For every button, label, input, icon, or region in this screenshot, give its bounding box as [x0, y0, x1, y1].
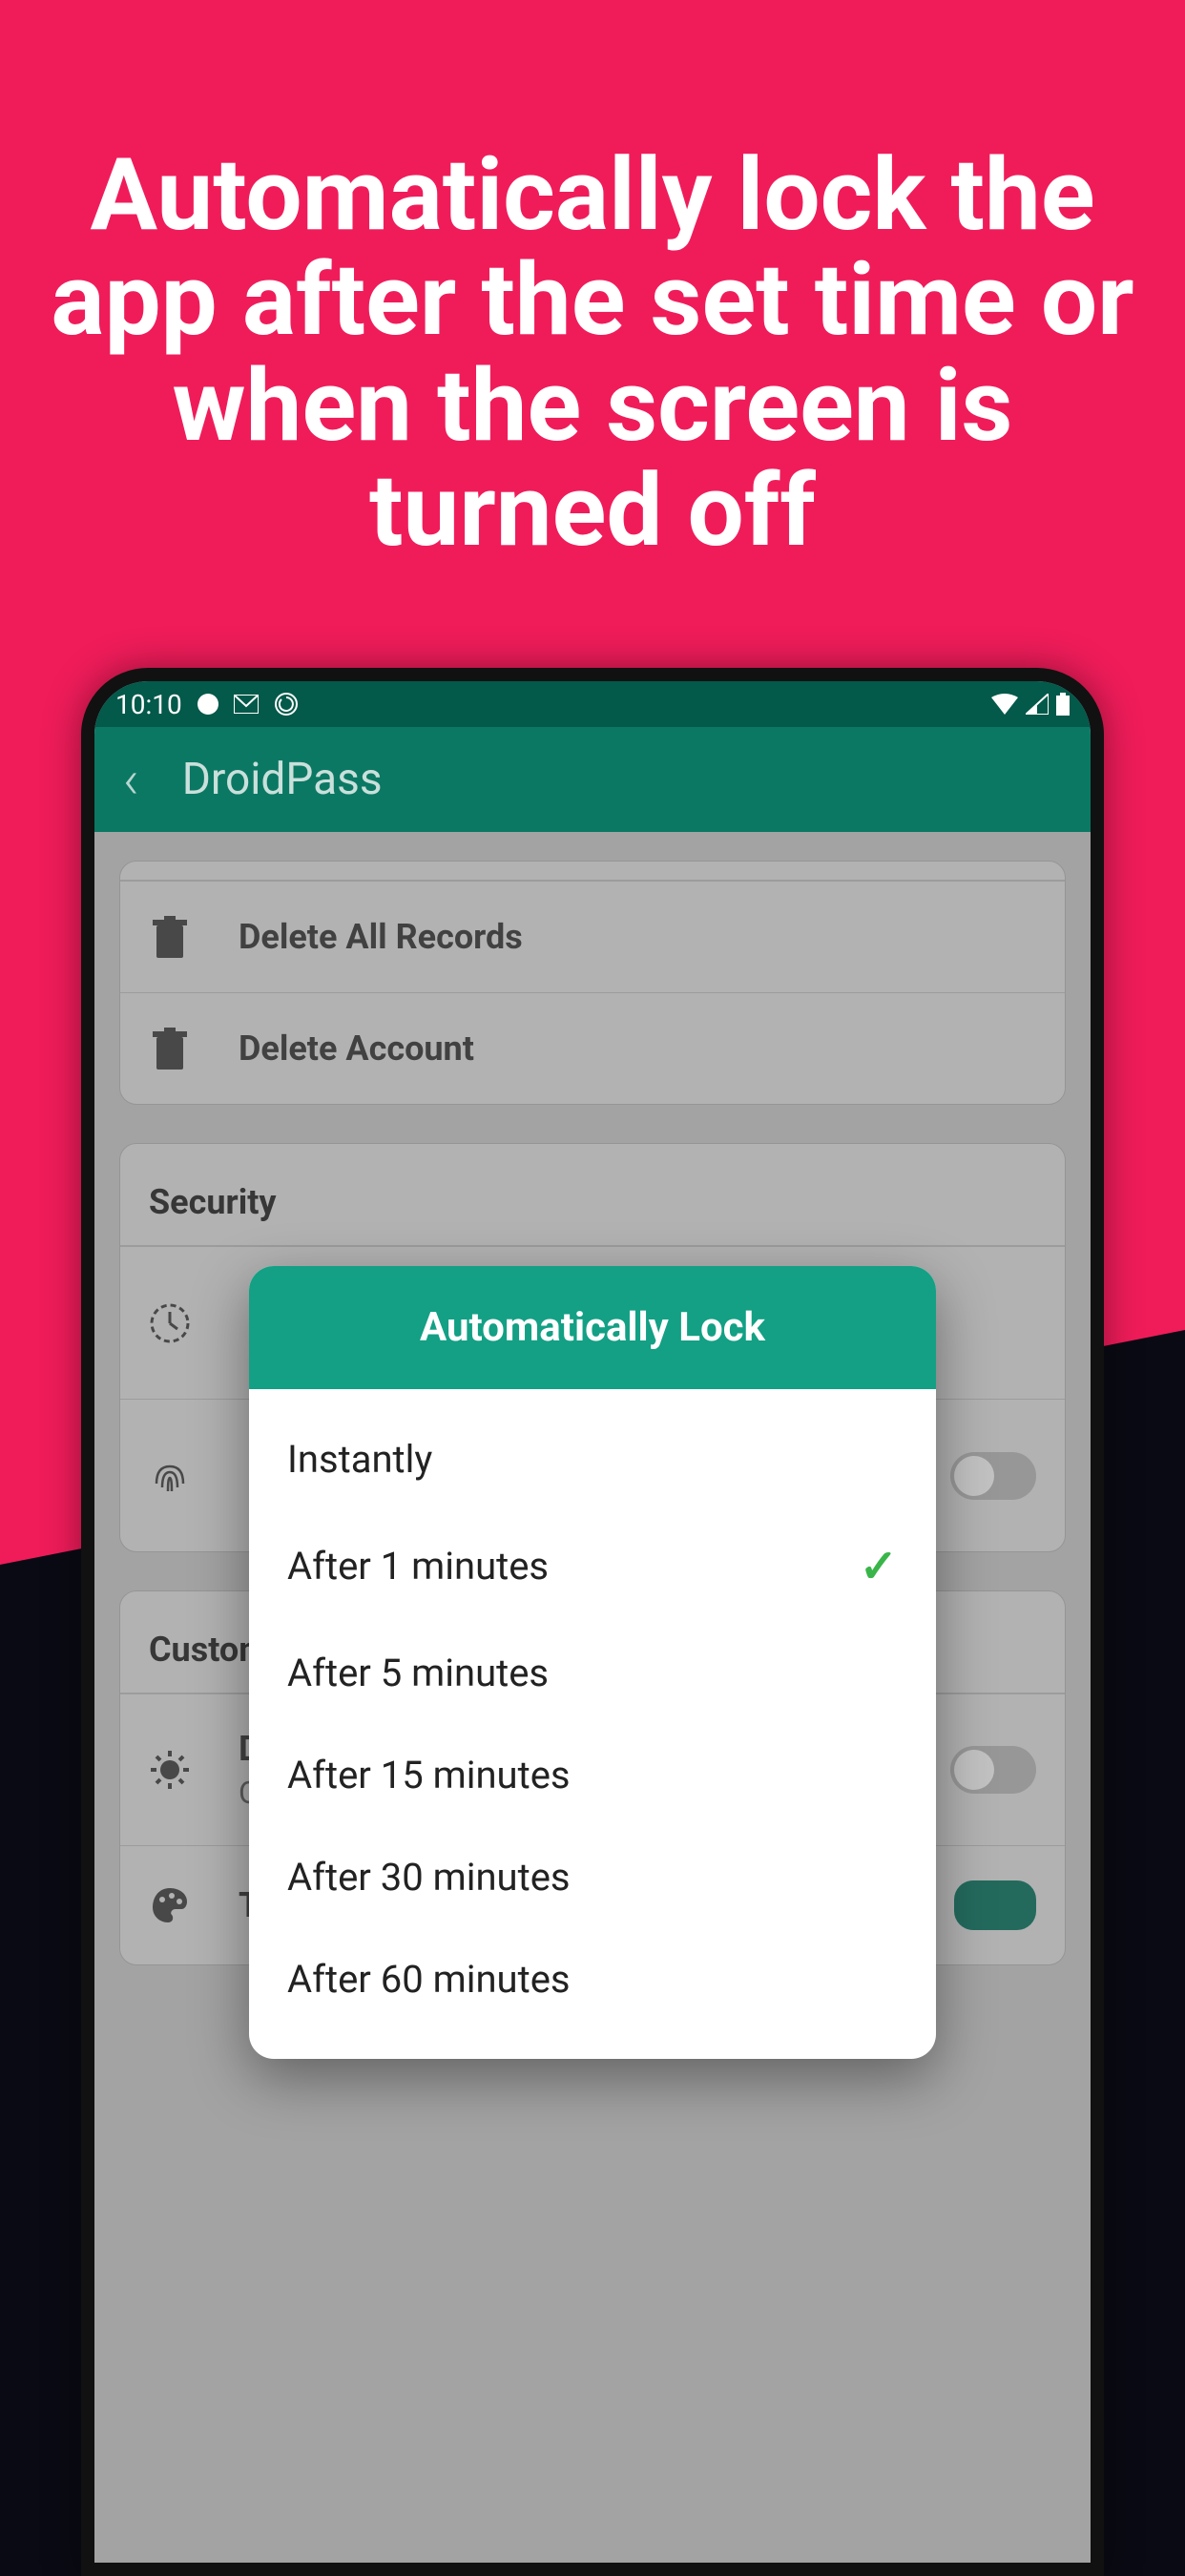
- option-label: After 5 minutes: [287, 1651, 549, 1695]
- brightness-icon: [149, 1749, 191, 1791]
- check-icon: ✓: [860, 1539, 898, 1593]
- mail-icon: [234, 695, 259, 714]
- trash-icon: [149, 916, 191, 958]
- delete-records-label: Delete All Records: [239, 917, 523, 957]
- app-bar: ‹ DroidPass: [94, 727, 1091, 832]
- phone-screen: 10:10 ‹: [94, 681, 1091, 2563]
- account-card: Delete All Records Delete Account: [119, 861, 1066, 1105]
- battery-icon: [1056, 693, 1070, 716]
- delete-records-row[interactable]: Delete All Records: [120, 881, 1065, 992]
- fingerprint-icon: [149, 1455, 191, 1497]
- fingerprint-toggle[interactable]: [950, 1452, 1036, 1500]
- lock-option-15min[interactable]: After 15 minutes: [249, 1724, 936, 1826]
- dialog-title: Automatically Lock: [249, 1266, 936, 1389]
- lock-option-30min[interactable]: After 30 minutes: [249, 1826, 936, 1928]
- dialog-options-list: Instantly After 1 minutes ✓ After 5 minu…: [249, 1389, 936, 2059]
- option-label: After 30 minutes: [287, 1855, 571, 1900]
- option-label: After 1 minutes: [287, 1544, 549, 1589]
- phone-frame: 10:10 ‹: [81, 668, 1104, 2576]
- palette-icon: [149, 1884, 191, 1926]
- trash-icon: [149, 1028, 191, 1070]
- option-label: After 15 minutes: [287, 1753, 571, 1797]
- wifi-icon: [991, 694, 1018, 715]
- sync-icon: [274, 692, 299, 717]
- lock-option-60min[interactable]: After 60 minutes: [249, 1928, 936, 2030]
- theme-color-chip[interactable]: [954, 1880, 1036, 1930]
- lock-option-5min[interactable]: After 5 minutes: [249, 1622, 936, 1724]
- record-icon: [198, 694, 218, 715]
- lock-option-instantly[interactable]: Instantly: [249, 1408, 936, 1510]
- option-label: Instantly: [287, 1437, 432, 1482]
- security-header: Security: [120, 1144, 1065, 1246]
- dark-mode-toggle[interactable]: [950, 1746, 1036, 1794]
- option-label: After 60 minutes: [287, 1957, 571, 2002]
- delete-account-label: Delete Account: [239, 1028, 474, 1069]
- auto-lock-dialog: Automatically Lock Instantly After 1 min…: [249, 1266, 936, 2059]
- delete-account-row[interactable]: Delete Account: [120, 992, 1065, 1104]
- promo-headline: Automatically lock the app after the set…: [0, 143, 1185, 564]
- back-icon[interactable]: ‹: [123, 748, 139, 811]
- status-bar: 10:10: [94, 681, 1091, 727]
- settings-content: Delete All Records Delete Account Securi…: [94, 832, 1091, 2563]
- app-title: DroidPass: [182, 754, 383, 805]
- status-time: 10:10: [115, 689, 182, 720]
- timer-icon: [149, 1302, 191, 1344]
- lock-option-1min[interactable]: After 1 minutes ✓: [249, 1510, 936, 1622]
- signal-icon: [1026, 694, 1049, 715]
